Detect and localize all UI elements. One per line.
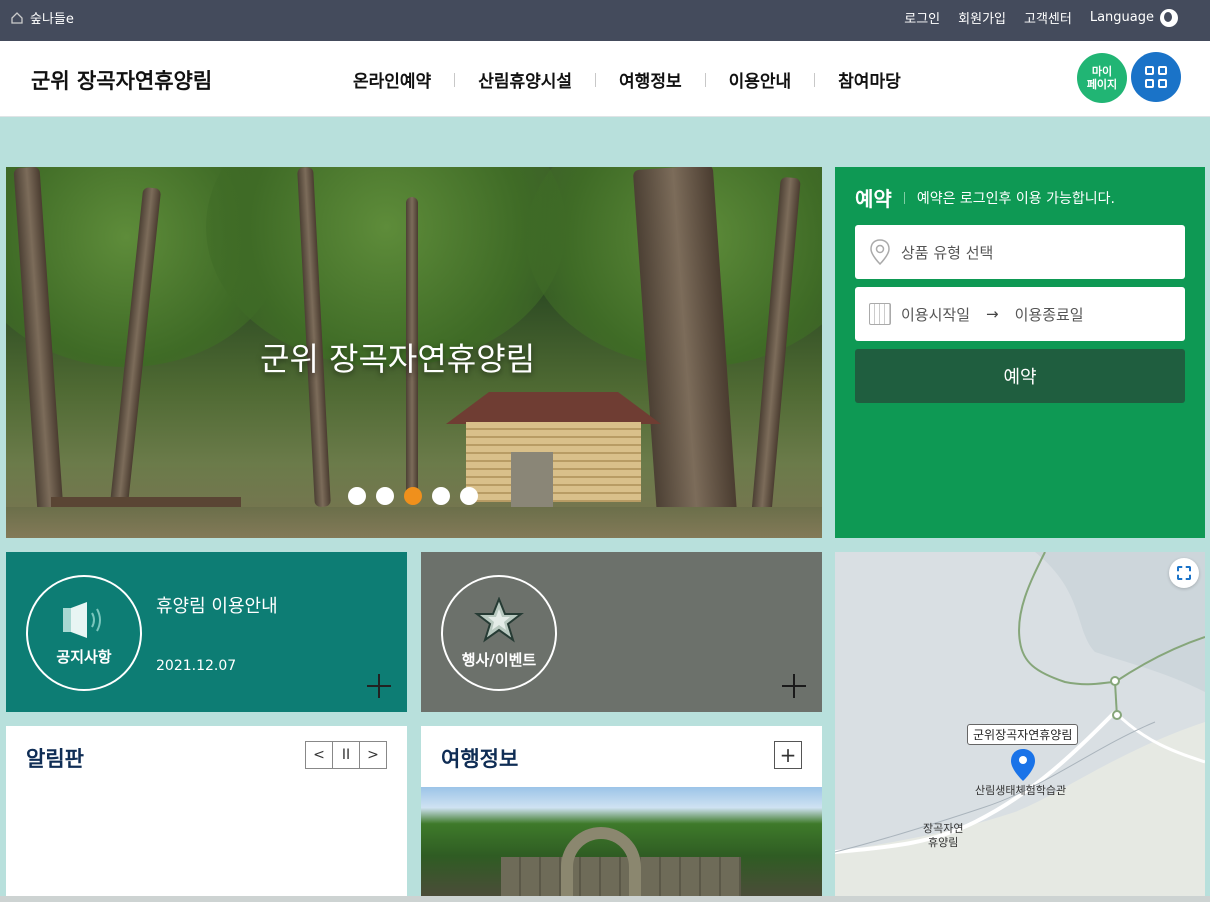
reservation-header: 예약 예약은 로그인후 이용 가능합니다. [855,183,1115,212]
home-link[interactable]: 숲나들e [10,0,74,35]
home-label: 숲나들e [30,12,74,27]
slide-dot-2[interactable] [376,487,394,505]
site-header: 군위 장곡자연휴양림 온라인예약 산림휴양시설 여행정보 이용안내 참여마당 마… [0,41,1210,117]
event-tile[interactable]: 행사/이벤트 [421,552,822,712]
board-slider-controls: < II > [305,741,387,769]
travel-more-button[interactable]: + [774,741,802,769]
nav-facilities[interactable]: 산림휴양시설 [455,67,595,92]
slider-pagination [348,487,478,505]
site-logo[interactable]: 군위 장곡자연휴양림 [31,65,212,95]
start-date-label: 이용시작일 [901,305,971,324]
home-icon [11,11,23,24]
notice-tile[interactable]: 공지사항 휴양림 이용안내 2021.12.07 [6,552,407,712]
all-menu-button[interactable] [1131,52,1181,102]
customer-center-link[interactable]: 고객센터 [1024,8,1072,27]
arrow-right-icon: → [986,305,999,323]
reservation-desc: 예약은 로그인후 이용 가능합니다. [916,190,1115,207]
globe-icon [1160,8,1178,27]
reservation-title: 예약 [855,187,892,211]
map-capture-button[interactable] [1169,558,1199,588]
map-poi-eco-center: 산림생태체험학습관 [975,784,1067,797]
mypage-label-line2: 페이지 [1086,78,1118,91]
location-map[interactable]: 군위장곡자연휴양림 산림생태체험학습관 장곡자연 휴양림 [835,552,1205,902]
date-range-picker[interactable]: 이용시작일 → 이용종료일 [855,287,1185,341]
login-link[interactable]: 로그인 [904,8,940,27]
travel-title: 여행정보 [441,747,519,771]
product-type-placeholder: 상품 유형 선택 [901,243,994,262]
slide-dot-3-active[interactable] [404,487,422,505]
board-pause-button[interactable]: II [332,741,360,769]
calendar-icon [869,303,891,325]
event-circle[interactable]: 행사/이벤트 [441,575,557,691]
board-title: 알림판 [26,747,84,771]
notice-label: 공지사항 [56,647,112,666]
picnic-table [51,497,241,507]
cabin-image [446,392,661,522]
slide-dot-1[interactable] [348,487,366,505]
notice-circle[interactable]: 공지사항 [26,575,142,691]
map-marker-icon[interactable] [1010,748,1036,782]
reservation-box: 예약 예약은 로그인후 이용 가능합니다. 상품 유형 선택 이용시작일 → 이… [835,167,1205,538]
product-type-select[interactable]: 상품 유형 선택 [855,225,1185,279]
mypage-label-line1: 마이 [1091,65,1113,78]
event-more-icon[interactable] [782,674,806,698]
travel-info-panel: 여행정보 + [421,726,822,902]
event-label: 행사/이벤트 [461,650,537,669]
board-prev-button[interactable]: < [305,741,333,769]
top-utility-bar: 숲나들e 로그인 회원가입 고객센터 Language [0,0,1210,41]
nav-travel-info[interactable]: 여행정보 [596,67,705,92]
notice-more-icon[interactable] [367,674,391,698]
hero-caption-text: 군위 장곡자연휴양림 [260,340,536,378]
language-label: Language [1089,10,1154,25]
nav-usage-guide[interactable]: 이용안내 [706,67,815,92]
signup-link[interactable]: 회원가입 [958,8,1006,27]
mypage-button[interactable]: 마이 페이지 [1077,53,1127,103]
slide-dot-5[interactable] [460,487,478,505]
notice-post-title[interactable]: 휴양림 이용안내 [156,592,278,618]
location-pin-icon [870,239,890,265]
megaphone-icon [63,601,101,638]
end-date-label: 이용종료일 [1014,305,1084,324]
map-place-label: 군위장곡자연휴양림 [967,724,1079,745]
capture-icon [1177,566,1191,580]
board-next-button[interactable]: > [359,741,387,769]
reserve-button[interactable]: 예약 [855,349,1185,403]
utility-links: 로그인 회원가입 고객센터 Language [904,0,1178,35]
map-poi-forest: 장곡자연 휴양림 [923,822,964,849]
horizontal-scrollbar[interactable] [0,896,1210,902]
main-navigation: 온라인예약 산림휴양시설 여행정보 이용안내 참여마당 [330,67,924,92]
language-selector[interactable]: Language [1089,8,1178,27]
notice-post-date: 2021.12.07 [156,658,237,674]
nav-online-reservation[interactable]: 온라인예약 [330,67,454,92]
grid-icon [1145,66,1167,88]
hero-slider: 군위 장곡자연휴양림 [6,167,822,538]
star-icon [474,596,524,643]
travel-photo[interactable] [421,787,822,902]
nav-community[interactable]: 참여마당 [815,67,924,92]
notice-board-panel: 알림판 < II > [6,726,407,902]
slide-dot-4[interactable] [432,487,450,505]
